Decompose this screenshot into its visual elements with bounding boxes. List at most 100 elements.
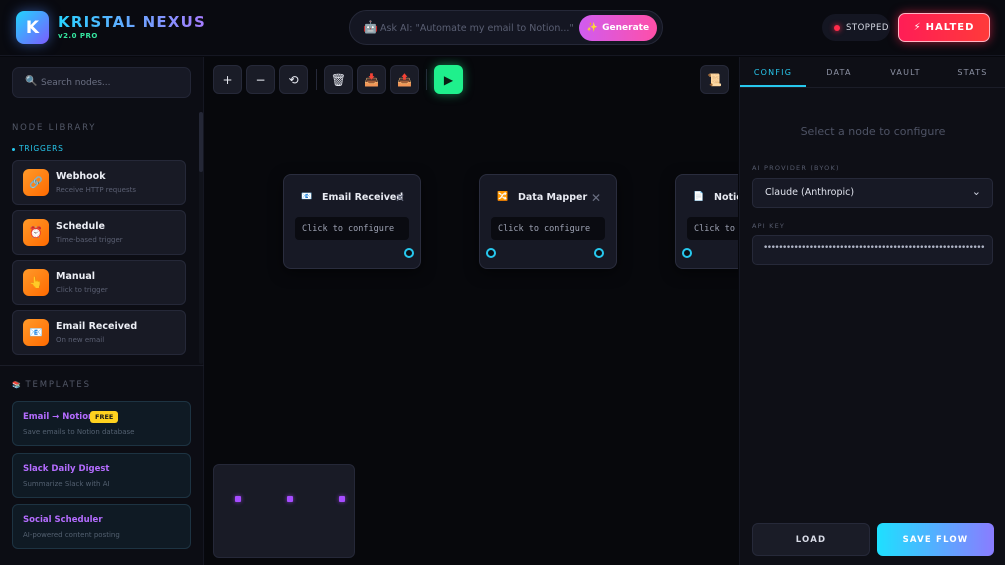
template-desc: Save emails to Notion database: [23, 428, 135, 436]
sidebar-scrollbar[interactable]: [199, 112, 203, 364]
plus-icon: +: [222, 72, 233, 87]
flow-node-title: Notion: [714, 192, 738, 203]
flow-node-email-received[interactable]: 📧 Email Received ✕ Click to configure: [283, 174, 421, 269]
template-desc: AI-powered content posting: [23, 531, 120, 539]
select-node-hint: Select a node to configure: [800, 125, 946, 138]
search-box: 🔍: [12, 67, 191, 98]
node-item-desc: On new email: [56, 336, 105, 344]
alarm-clock-icon: ⏰: [23, 219, 49, 246]
toolbar-divider: [316, 69, 317, 90]
status-label: STOPPED: [846, 22, 889, 33]
inbox-icon: 📥: [364, 72, 379, 87]
input-port[interactable]: [682, 248, 692, 258]
flow-node-title: Data Mapper: [518, 192, 588, 203]
sidebar-divider: [0, 365, 204, 366]
template-slack-digest[interactable]: Slack Daily Digest Summarize Slack with …: [12, 453, 191, 498]
template-email-notion[interactable]: Email → Notion FREE Save emails to Notio…: [12, 401, 191, 446]
output-port[interactable]: [594, 248, 604, 258]
trash-icon: 🗑: [330, 72, 347, 87]
api-key-field[interactable]: ••••••••••••••••••••••••••••••••••••••••…: [752, 235, 993, 265]
generate-label: Generate: [602, 23, 650, 33]
template-name: Email → Notion: [23, 412, 95, 422]
status-badge: STOPPED: [822, 14, 890, 41]
template-name: Slack Daily Digest: [23, 464, 110, 474]
tab-vault[interactable]: VAULT: [872, 57, 939, 87]
api-key-label: API KEY: [752, 222, 786, 230]
tab-config[interactable]: CONFIG: [740, 57, 806, 87]
node-item-name: Webhook: [56, 171, 106, 182]
search-nodes-input[interactable]: [41, 75, 181, 91]
run-button[interactable]: ▶: [434, 65, 463, 94]
node-item-desc: Click to trigger: [56, 286, 108, 294]
play-icon: ▶: [443, 72, 454, 87]
triggers-title: TRIGGERS: [12, 144, 64, 153]
node-item-desc: Receive HTTP requests: [56, 186, 137, 194]
tab-divider: [740, 87, 1005, 88]
save-flow-button[interactable]: SAVE FLOW: [877, 523, 994, 556]
flow-node-config[interactable]: Click to configure: [687, 217, 738, 240]
minus-icon: −: [255, 72, 266, 87]
outbox-icon: 📤: [397, 72, 412, 87]
search-icon: 🔍: [25, 76, 38, 87]
node-item-name: Email Received: [56, 321, 138, 332]
output-port[interactable]: [404, 248, 414, 258]
reset-view-button[interactable]: ⟲: [279, 65, 308, 94]
minimap-node: [287, 496, 293, 502]
delete-button[interactable]: 🗑: [324, 65, 353, 94]
node-sidebar: 🔍 NODE LIBRARY TRIGGERS 🔗 Webhook Receiv…: [0, 57, 204, 565]
flow-node-notion[interactable]: 📄 Notion ✕ Click to configure: [675, 174, 738, 269]
node-item-webhook[interactable]: 🔗 Webhook Receive HTTP requests: [12, 160, 186, 205]
input-port[interactable]: [486, 248, 496, 258]
logs-button[interactable]: 📜: [700, 65, 729, 94]
node-item-schedule[interactable]: ⏰ Schedule Time-based trigger: [12, 210, 186, 255]
ai-prompt-input[interactable]: [380, 18, 600, 38]
config-panel: CONFIG DATA VAULT STATS Select a node to…: [739, 57, 1005, 565]
minimap-node: [339, 496, 345, 502]
sparkles-icon: ✨: [586, 23, 599, 33]
free-badge: FREE: [90, 411, 119, 423]
generate-button[interactable]: ✨ Generate: [579, 15, 657, 41]
tab-data[interactable]: DATA: [806, 57, 872, 87]
flow-node-data-mapper[interactable]: 🔀 Data Mapper ✕ Click to configure: [479, 174, 617, 269]
close-icon[interactable]: ✕: [395, 191, 405, 205]
node-item-desc: Time-based trigger: [56, 236, 123, 244]
books-icon: 📚: [12, 381, 23, 389]
provider-label: AI PROVIDER (BYOK): [752, 164, 840, 172]
node-item-email-received[interactable]: 📧 Email Received On new email: [12, 310, 186, 355]
ai-prompt-bar: 🤖 ✨ Generate: [349, 10, 663, 45]
zoom-in-button[interactable]: +: [213, 65, 242, 94]
node-item-name: Manual: [56, 271, 96, 282]
zoom-out-button[interactable]: −: [246, 65, 275, 94]
export-button[interactable]: 📤: [390, 65, 419, 94]
link-icon: 🔗: [23, 169, 49, 196]
template-social-scheduler[interactable]: Social Scheduler AI-powered content post…: [12, 504, 191, 549]
flow-node-config[interactable]: Click to configure: [491, 217, 605, 240]
import-button[interactable]: 📥: [357, 65, 386, 94]
node-item-manual[interactable]: 👆 Manual Click to trigger: [12, 260, 186, 305]
pointing-hand-icon: 👆: [23, 269, 49, 296]
templates-title: 📚 TEMPLATES: [12, 380, 91, 390]
halted-button[interactable]: ⚡ HALTED: [898, 13, 990, 42]
api-key-value: ••••••••••••••••••••••••••••••••••••••••…: [763, 243, 985, 253]
flow-node-config[interactable]: Click to configure: [295, 217, 409, 240]
halted-label: HALTED: [925, 22, 975, 33]
logo-letter: K: [25, 17, 40, 38]
minimap-node: [235, 496, 241, 502]
app-header: K KRISTAL NEXUS v2.0 PRO 🤖 ✨ Generate ST…: [0, 0, 1005, 56]
node-library-title: NODE LIBRARY: [12, 123, 97, 133]
load-button[interactable]: LOAD: [752, 523, 870, 556]
template-name: Social Scheduler: [23, 515, 103, 525]
minimap[interactable]: [213, 464, 355, 558]
workflow-canvas[interactable]: + − ⟲ 🗑 📥 📤 ▶ 📜 📧 Email Received ✕ Click…: [205, 57, 738, 565]
email-icon: 📧: [23, 319, 49, 346]
close-icon[interactable]: ✕: [591, 191, 601, 205]
sidebar-scroll-thumb[interactable]: [199, 112, 203, 172]
reset-icon: ⟲: [288, 72, 299, 87]
template-desc: Summarize Slack with AI: [23, 480, 110, 488]
tab-stats[interactable]: STATS: [939, 57, 1005, 87]
provider-select[interactable]: Claude (Anthropic) ⌄: [752, 178, 993, 208]
robot-icon: 🤖: [363, 20, 378, 34]
scroll-icon: 📜: [707, 72, 722, 87]
toolbar-divider: [426, 69, 427, 90]
brand-name: KRISTAL NEXUS: [58, 13, 206, 31]
